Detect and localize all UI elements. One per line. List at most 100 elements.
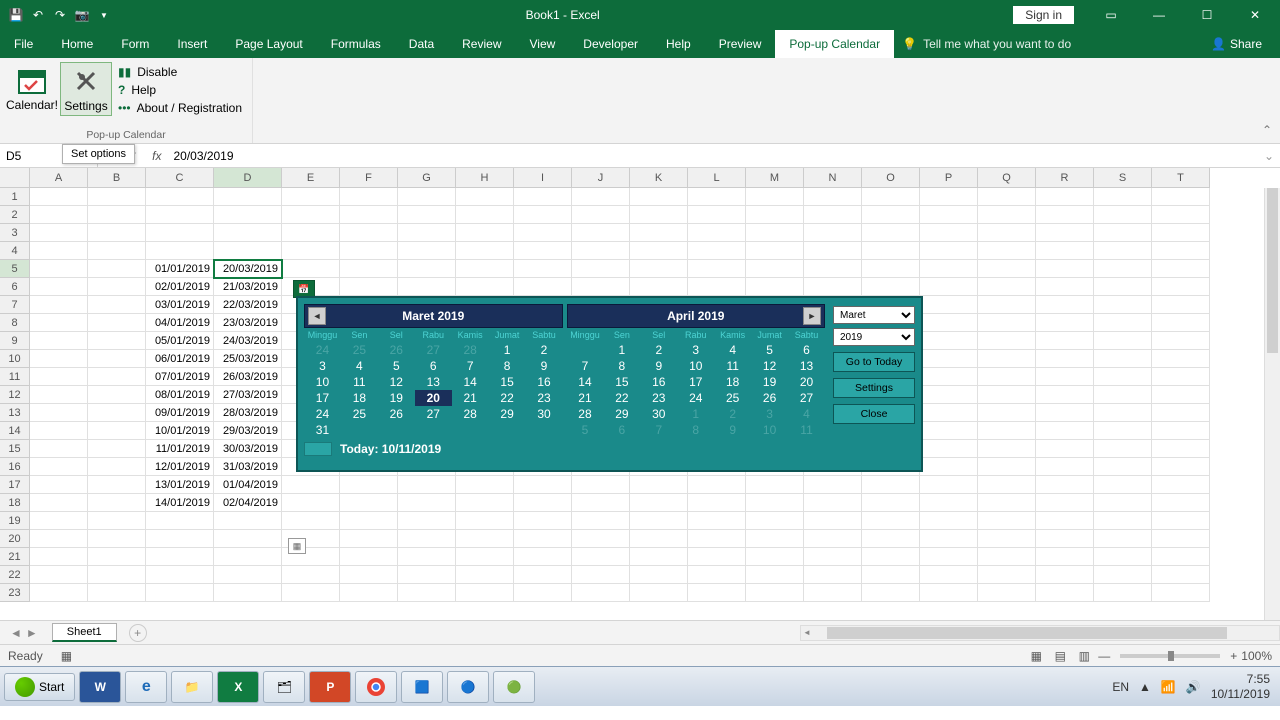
row-header[interactable]: 20 — [0, 530, 30, 548]
cell[interactable] — [920, 584, 978, 602]
cell[interactable] — [30, 440, 88, 458]
cell[interactable] — [30, 566, 88, 584]
save-icon[interactable]: 💾 — [8, 7, 24, 23]
taskbar-word-icon[interactable]: W — [79, 671, 121, 703]
cell[interactable] — [88, 368, 146, 386]
calendar-day[interactable]: 5 — [378, 358, 415, 374]
cell[interactable] — [146, 584, 214, 602]
cell[interactable] — [688, 548, 746, 566]
cell[interactable] — [978, 566, 1036, 584]
calendar-day[interactable]: 18 — [341, 390, 378, 406]
calendar-day[interactable]: 27 — [415, 406, 452, 422]
cell[interactable] — [1036, 242, 1094, 260]
month-select[interactable]: Maret — [833, 306, 915, 324]
cell[interactable] — [862, 260, 920, 278]
cell[interactable] — [1094, 494, 1152, 512]
cell[interactable] — [30, 386, 88, 404]
cell[interactable] — [1036, 458, 1094, 476]
cell[interactable]: 28/03/2019 — [214, 404, 282, 422]
cell[interactable]: 10/01/2019 — [146, 422, 214, 440]
column-header[interactable]: P — [920, 168, 978, 188]
column-header[interactable]: I — [514, 168, 572, 188]
cell[interactable] — [1036, 278, 1094, 296]
calendar-day[interactable]: 4 — [341, 358, 378, 374]
cell[interactable] — [1094, 314, 1152, 332]
cell[interactable] — [88, 530, 146, 548]
cell[interactable] — [688, 530, 746, 548]
calendar-day[interactable]: 20 — [788, 374, 825, 390]
cell[interactable] — [862, 242, 920, 260]
cell[interactable] — [398, 260, 456, 278]
cell[interactable] — [630, 260, 688, 278]
cell[interactable] — [30, 422, 88, 440]
taskbar-explorer-icon[interactable]: 📁 — [171, 671, 213, 703]
cell[interactable] — [862, 566, 920, 584]
macro-record-icon[interactable]: ▦ — [61, 649, 72, 663]
cell[interactable] — [146, 548, 214, 566]
cell[interactable] — [746, 530, 804, 548]
cell[interactable] — [978, 314, 1036, 332]
cell[interactable] — [398, 512, 456, 530]
calendar-day[interactable]: 12 — [751, 358, 788, 374]
column-header[interactable]: H — [456, 168, 514, 188]
cell[interactable] — [88, 548, 146, 566]
row-header[interactable]: 7 — [0, 296, 30, 314]
help-button[interactable]: ?Help — [114, 82, 246, 98]
cell[interactable]: 13/01/2019 — [146, 476, 214, 494]
calendar-day[interactable]: 6 — [603, 422, 640, 438]
cell[interactable] — [978, 458, 1036, 476]
row-header[interactable]: 18 — [0, 494, 30, 512]
cell[interactable] — [1152, 296, 1210, 314]
cell[interactable] — [30, 206, 88, 224]
cell[interactable] — [746, 278, 804, 296]
ribbon-display-icon[interactable]: ▭ — [1088, 1, 1134, 29]
cell[interactable] — [88, 386, 146, 404]
next-sheet-icon[interactable]: ► — [26, 626, 38, 640]
calendar-day[interactable]: 8 — [677, 422, 714, 438]
cell[interactable] — [1036, 224, 1094, 242]
cell[interactable] — [1094, 530, 1152, 548]
cell[interactable] — [340, 278, 398, 296]
ribbon-tab-pop-up-calendar[interactable]: Pop-up Calendar — [775, 30, 894, 58]
cell[interactable] — [514, 260, 572, 278]
cell[interactable] — [398, 188, 456, 206]
cell[interactable] — [920, 404, 978, 422]
column-header[interactable]: E — [282, 168, 340, 188]
cell[interactable] — [1152, 224, 1210, 242]
cell[interactable] — [1152, 440, 1210, 458]
cell[interactable]: 29/03/2019 — [214, 422, 282, 440]
cell[interactable] — [688, 566, 746, 584]
cell[interactable] — [978, 350, 1036, 368]
cell[interactable] — [146, 224, 214, 242]
cell[interactable] — [920, 530, 978, 548]
cell[interactable] — [688, 476, 746, 494]
cell[interactable] — [1152, 278, 1210, 296]
page-break-view-icon[interactable]: ▥ — [1074, 648, 1094, 664]
column-header[interactable]: N — [804, 168, 862, 188]
calendar-day[interactable]: 24 — [304, 406, 341, 422]
cell[interactable] — [1036, 386, 1094, 404]
cell[interactable] — [1036, 566, 1094, 584]
cell[interactable] — [514, 494, 572, 512]
cell[interactable] — [88, 224, 146, 242]
cell[interactable] — [920, 548, 978, 566]
cell[interactable] — [920, 278, 978, 296]
cell[interactable] — [1094, 584, 1152, 602]
cell[interactable] — [88, 350, 146, 368]
cell[interactable] — [920, 242, 978, 260]
cell[interactable] — [1094, 368, 1152, 386]
cell[interactable] — [1152, 260, 1210, 278]
cell[interactable]: 23/03/2019 — [214, 314, 282, 332]
calendar-day[interactable]: 20 — [415, 390, 452, 406]
cell[interactable] — [1094, 278, 1152, 296]
calendar-day[interactable]: 29 — [603, 406, 640, 422]
cell[interactable] — [978, 188, 1036, 206]
cell[interactable] — [88, 206, 146, 224]
cell[interactable] — [920, 512, 978, 530]
cell[interactable] — [146, 512, 214, 530]
calendar-day[interactable]: 26 — [751, 390, 788, 406]
calendar-day[interactable]: 25 — [341, 342, 378, 358]
cell[interactable]: 27/03/2019 — [214, 386, 282, 404]
calendar-day[interactable]: 6 — [415, 358, 452, 374]
calendar-day[interactable]: 7 — [452, 358, 489, 374]
